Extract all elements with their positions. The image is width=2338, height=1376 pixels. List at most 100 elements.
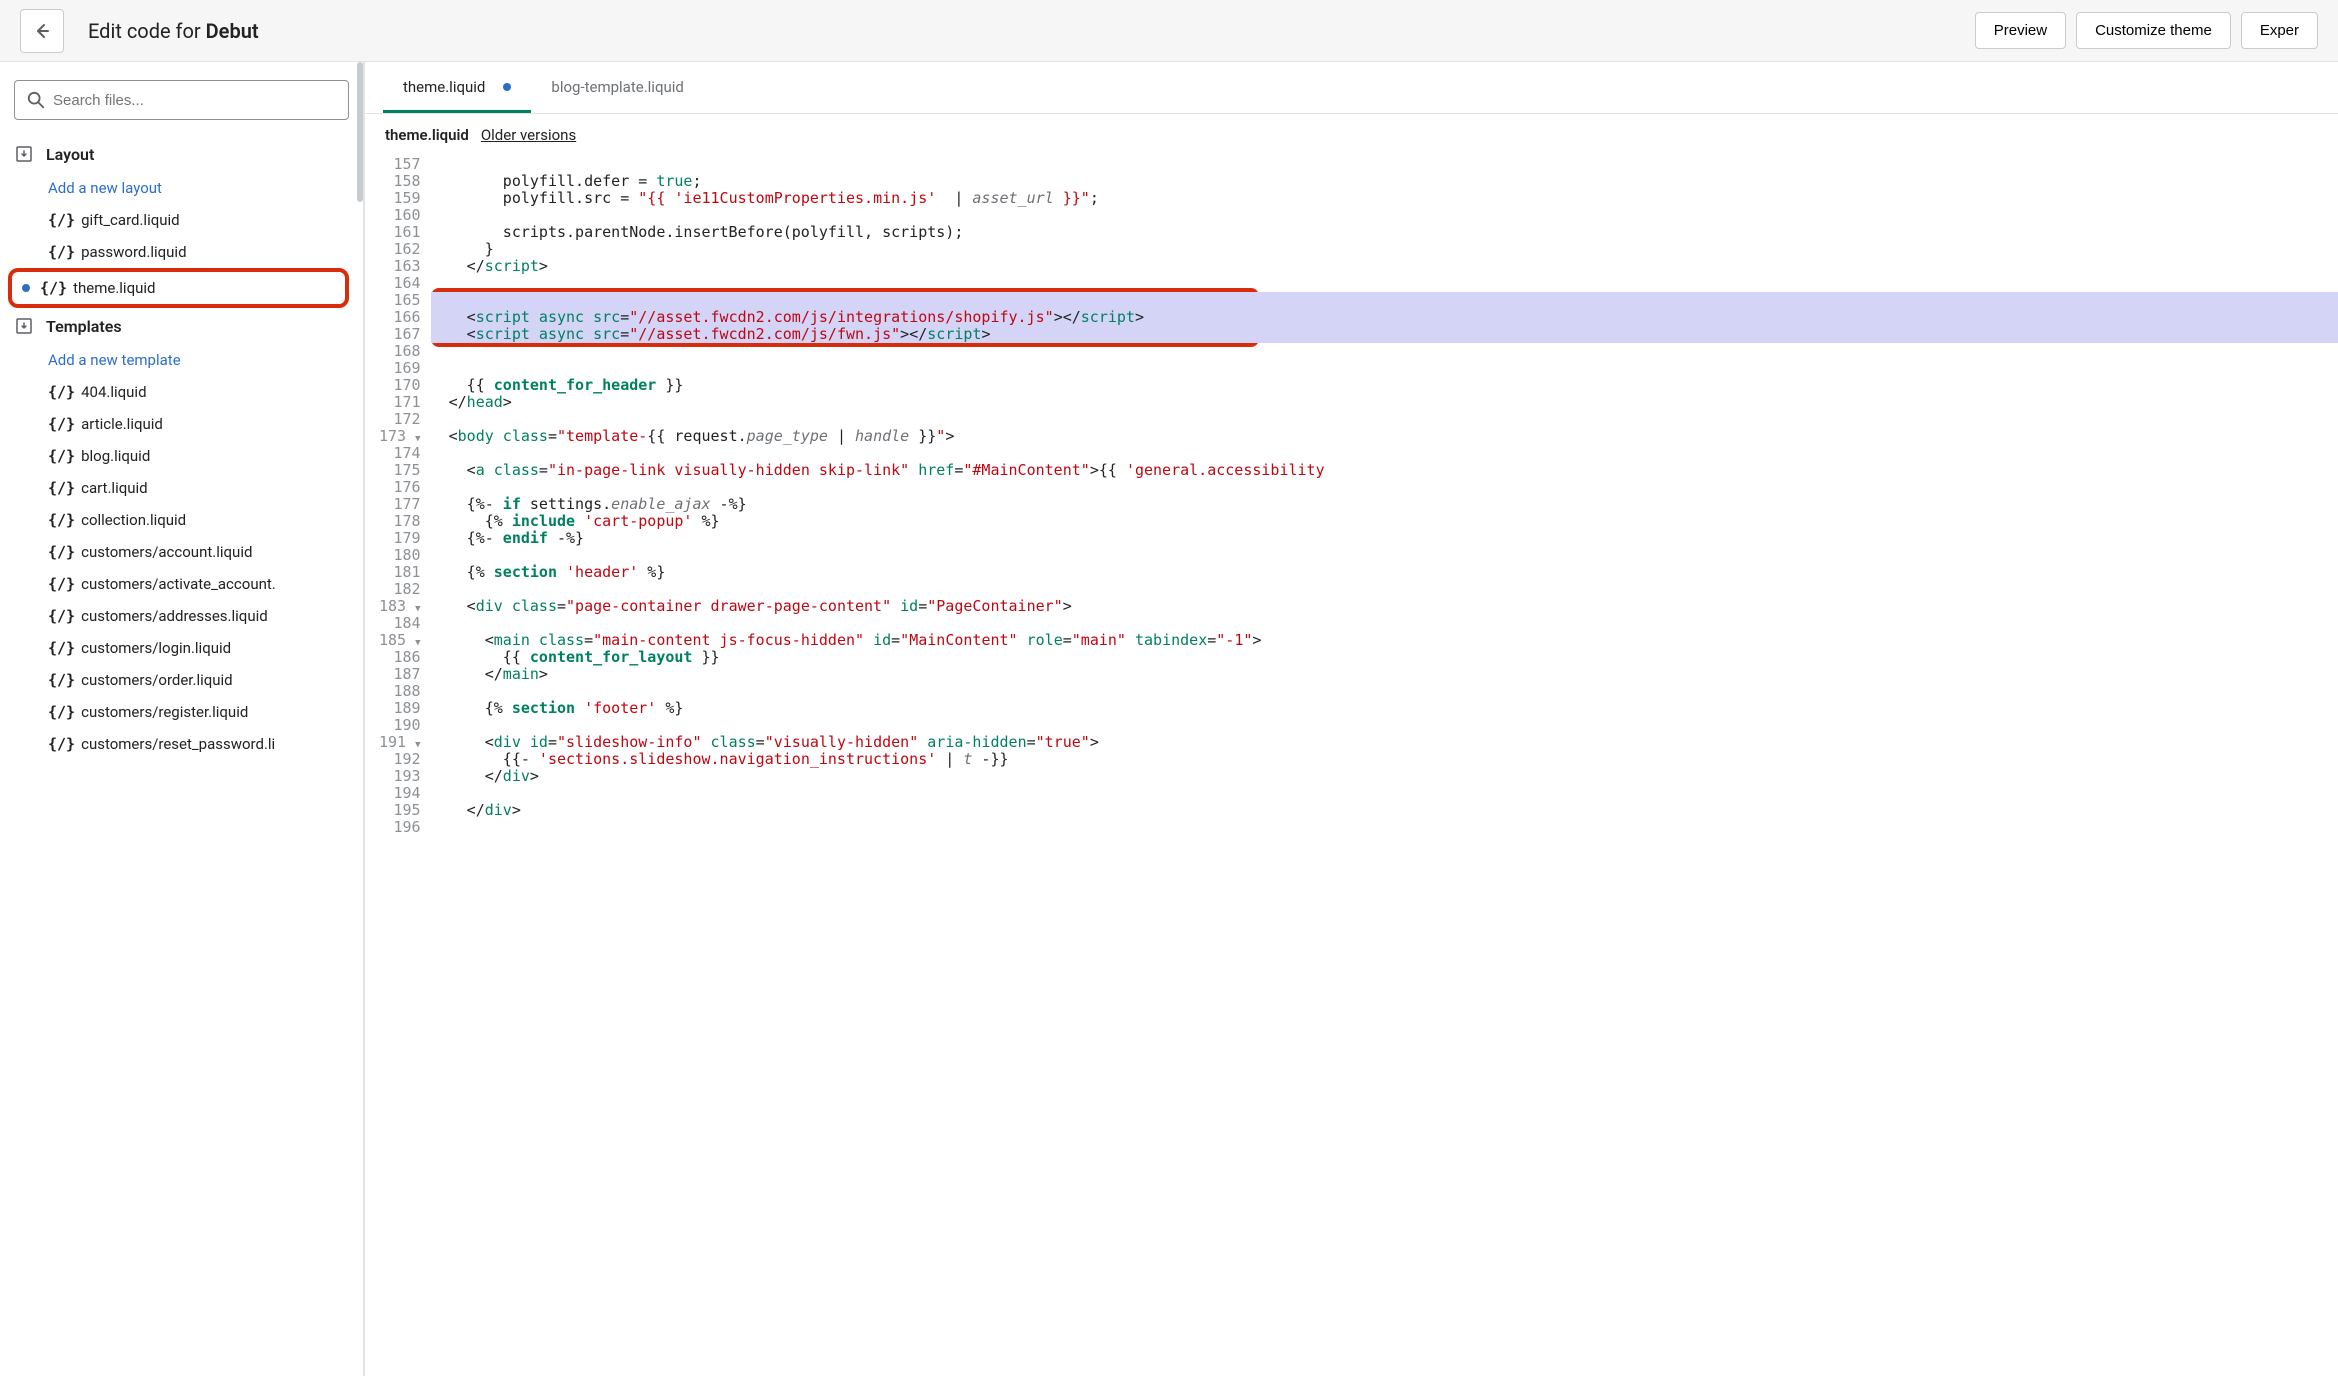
code-line[interactable]: <div class="page-container drawer-page-c… — [431, 598, 2338, 615]
sidebar-file-item[interactable]: {/} article.liquid — [14, 408, 349, 440]
code-line[interactable]: {%- if settings.enable_ajax -%} — [431, 496, 2338, 513]
sidebar-file-item[interactable]: {/} customers/activate_account. — [14, 568, 349, 600]
code-file-icon: {/} — [48, 479, 75, 497]
header: Edit code for Debut Preview Customize th… — [0, 0, 2338, 62]
modified-dot-icon — [22, 284, 30, 292]
file-name: 404.liquid — [81, 383, 146, 401]
file-name: customers/order.liquid — [81, 671, 233, 689]
editor-tab[interactable]: blog-template.liquid — [531, 62, 703, 113]
file-name: article.liquid — [81, 415, 163, 433]
sidebar-file-item[interactable]: {/} customers/register.liquid — [14, 696, 349, 728]
code-line[interactable] — [431, 445, 2338, 462]
file-name: password.liquid — [81, 243, 186, 261]
editor-tab[interactable]: theme.liquid — [383, 62, 531, 113]
code-line[interactable] — [431, 479, 2338, 496]
code-line[interactable] — [431, 683, 2338, 700]
code-file-icon: {/} — [48, 575, 75, 593]
code-area[interactable]: 1571581591601611621631641651661671681691… — [365, 156, 2338, 1376]
sidebar-file-item[interactable]: {/} cart.liquid — [14, 472, 349, 504]
code-file-icon: {/} — [48, 639, 75, 657]
file-name: customers/activate_account. — [81, 575, 276, 593]
code-line[interactable]: </head> — [431, 394, 2338, 411]
layout-section-header[interactable]: Layout — [14, 136, 349, 172]
code-line[interactable] — [431, 785, 2338, 802]
file-name: customers/reset_password.li — [81, 735, 275, 753]
older-versions-link[interactable]: Older versions — [481, 126, 576, 144]
code-line[interactable]: {% include 'cart-popup' %} — [431, 513, 2338, 530]
tabs: theme.liquid blog-template.liquid — [365, 62, 2338, 114]
current-file-name: theme.liquid — [385, 126, 469, 144]
code-line[interactable] — [431, 275, 2338, 292]
code-line[interactable] — [431, 819, 2338, 836]
sidebar-file-item[interactable]: {/} theme.liquid — [8, 268, 349, 308]
code-file-icon: {/} — [48, 735, 75, 753]
search-box[interactable] — [14, 80, 349, 120]
code-line[interactable]: <a class="in-page-link visually-hidden s… — [431, 462, 2338, 479]
code-line[interactable] — [431, 343, 2338, 360]
code-line[interactable]: <main class="main-content js-focus-hidde… — [431, 632, 2338, 649]
code-line[interactable]: {{- 'sections.slideshow.navigation_instr… — [431, 751, 2338, 768]
code-line[interactable]: {%- endif -%} — [431, 530, 2338, 547]
code-line[interactable]: polyfill.defer = true; — [431, 173, 2338, 190]
back-button[interactable] — [20, 9, 64, 53]
code-line[interactable]: </script> — [431, 258, 2338, 275]
code-line[interactable]: scripts.parentNode.insertBefore(polyfill… — [431, 224, 2338, 241]
sidebar-file-item[interactable]: {/}customers/login.liquid — [14, 632, 349, 664]
sidebar-file-item[interactable]: {/} customers/account.liquid — [14, 536, 349, 568]
code-file-icon: {/} — [48, 383, 75, 401]
code-line[interactable] — [431, 547, 2338, 564]
file-name: customers/account.liquid — [81, 543, 252, 561]
arrow-left-icon — [32, 21, 52, 41]
code-line[interactable]: } — [431, 241, 2338, 258]
tab-label: theme.liquid — [403, 78, 485, 96]
code-line[interactable] — [431, 615, 2338, 632]
code-lines[interactable]: polyfill.defer = true; polyfill.src = "{… — [431, 156, 2338, 1376]
code-file-icon: {/} — [40, 279, 67, 297]
code-line[interactable]: {{ content_for_layout }} — [431, 649, 2338, 666]
templates-section-header[interactable]: Templates — [14, 308, 349, 344]
code-file-icon: {/} — [48, 511, 75, 529]
add-layout-link[interactable]: Add a new layout — [14, 172, 349, 204]
code-line[interactable]: {{ content_for_header }} — [431, 377, 2338, 394]
code-line[interactable]: <body class="template-{{ request.page_ty… — [431, 428, 2338, 445]
code-file-icon: {/} — [48, 447, 75, 465]
code-line[interactable]: <div id="slideshow-info" class="visually… — [431, 734, 2338, 751]
code-line[interactable] — [431, 581, 2338, 598]
code-line[interactable]: </main> — [431, 666, 2338, 683]
code-file-icon: {/} — [48, 415, 75, 433]
code-file-icon: {/} — [48, 671, 75, 689]
code-file-icon: {/} — [48, 703, 75, 721]
sidebar-file-item[interactable]: {/}collection.liquid — [14, 504, 349, 536]
sidebar-file-item[interactable]: {/} 404.liquid — [14, 376, 349, 408]
file-name: theme.liquid — [73, 279, 155, 297]
code-line[interactable]: polyfill.src = "{{ 'ie11CustomProperties… — [431, 190, 2338, 207]
code-line[interactable]: {% section 'footer' %} — [431, 700, 2338, 717]
sidebar-file-item[interactable]: {/} customers/reset_password.li — [14, 728, 349, 760]
code-line[interactable]: </div> — [431, 802, 2338, 819]
expert-button[interactable]: Exper — [2241, 12, 2318, 49]
sidebar-file-item[interactable]: {/} customers/order.liquid — [14, 664, 349, 696]
code-line[interactable]: <script async src="//asset.fwcdn2.com/js… — [431, 309, 2338, 326]
code-line[interactable]: </div> — [431, 768, 2338, 785]
code-file-icon: {/} — [48, 543, 75, 561]
code-line[interactable] — [431, 360, 2338, 377]
code-line[interactable] — [431, 411, 2338, 428]
code-line[interactable]: {% section 'header' %} — [431, 564, 2338, 581]
file-name: cart.liquid — [81, 479, 148, 497]
folder-download-icon — [14, 316, 34, 336]
sidebar-file-item[interactable]: {/}blog.liquid — [14, 440, 349, 472]
file-bar: theme.liquid Older versions — [365, 114, 2338, 156]
add-template-link[interactable]: Add a new template — [14, 344, 349, 376]
preview-button[interactable]: Preview — [1975, 12, 2066, 49]
sidebar-file-item[interactable]: {/}gift_card.liquid — [14, 204, 349, 236]
code-line[interactable]: <script async src="//asset.fwcdn2.com/js… — [431, 326, 2338, 343]
search-input[interactable] — [53, 92, 336, 109]
code-line[interactable] — [431, 717, 2338, 734]
code-line[interactable] — [431, 292, 2338, 309]
customize-theme-button[interactable]: Customize theme — [2076, 12, 2231, 49]
code-line[interactable] — [431, 207, 2338, 224]
sidebar-file-item[interactable]: {/}customers/addresses.liquid — [14, 600, 349, 632]
code-line[interactable] — [431, 156, 2338, 173]
sidebar-file-item[interactable]: {/}password.liquid — [14, 236, 349, 268]
file-name: customers/register.liquid — [81, 703, 248, 721]
